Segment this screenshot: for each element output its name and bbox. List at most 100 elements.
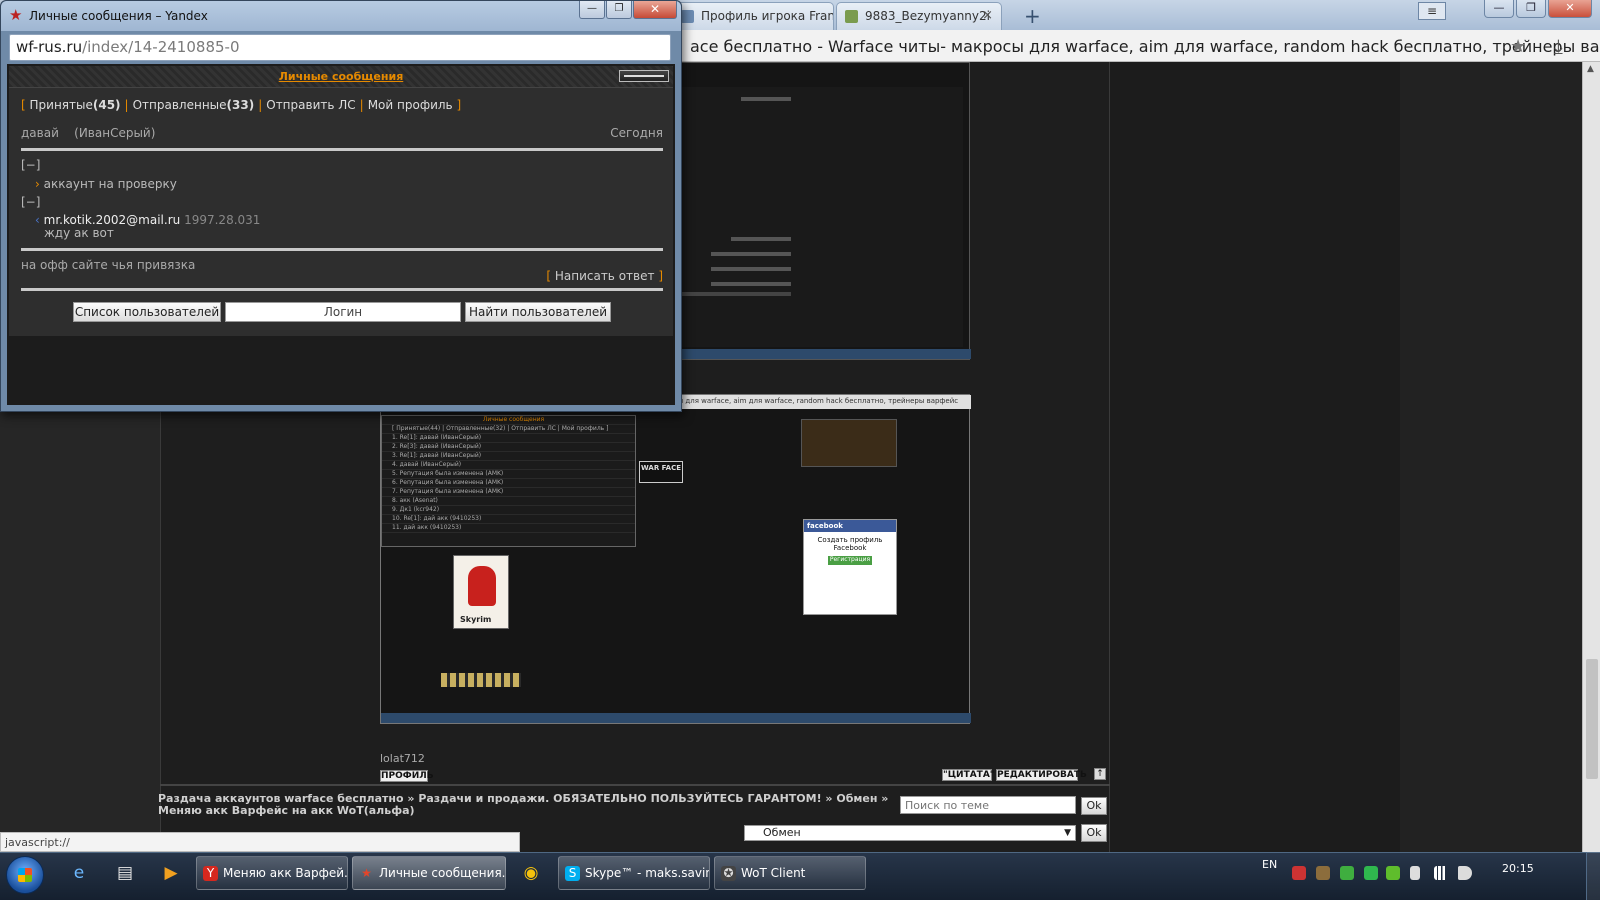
screenshot-row: 7. Репутация была изменена (AMK): [382, 488, 635, 497]
santa-figure: [468, 566, 496, 606]
quote-button[interactable]: "ЦИТАТА": [942, 769, 994, 781]
taskbar-yandex-forum[interactable]: Y Меняю акк Варфей...: [196, 856, 348, 890]
quoted-message-2: ‹ mr.kotik.2002@mail.ru 1997.28.031: [35, 213, 260, 227]
bracket: ]: [456, 98, 462, 112]
start-button[interactable]: [6, 856, 44, 894]
scroll-up-arrow-icon[interactable]: ▲: [1587, 64, 1594, 74]
bracket: ]: [658, 269, 663, 283]
taskbar-skype[interactable]: S Skype™ - maks.savin...: [558, 856, 710, 890]
tab-label: 9883_Bezymyanny2i: [865, 9, 990, 23]
screenshot-row: 10. Re[1]: дай акк (9410253): [382, 515, 635, 524]
task-label: Skype™ - maks.savin...: [585, 866, 709, 880]
category-ok-button[interactable]: Ok: [1081, 824, 1107, 842]
screenshot-row: 2. Re[3]: давай (ИванСерый): [382, 443, 635, 452]
pm-header: Личные сообщения: [9, 66, 673, 88]
volume-icon[interactable]: [1458, 866, 1472, 880]
screenshot-taskbar: [681, 349, 971, 359]
close-icon[interactable]: ×: [982, 8, 993, 23]
browser-status-bar: javascript://: [0, 832, 520, 852]
tray-app-icon[interactable]: [1340, 866, 1354, 880]
collapse-toggle[interactable]: [−]: [21, 195, 40, 209]
screenshot-line: [741, 97, 791, 101]
tab-image[interactable]: 9883_Bezymyanny2i ×: [836, 2, 1002, 30]
scrollbar-thumb[interactable]: [1586, 659, 1598, 779]
nav-inbox-count: (45): [92, 98, 121, 112]
bookmark-star-icon[interactable]: ★: [1510, 36, 1526, 57]
tray-app-icon[interactable]: [1386, 866, 1400, 880]
user-avatar-santa: Skyrim: [453, 555, 509, 629]
explorer-folder-icon[interactable]: ▤: [112, 860, 138, 886]
taskbar-private-messages[interactable]: ★ Личные сообщения...: [352, 856, 506, 890]
maximize-button[interactable]: ❐: [1516, 0, 1546, 18]
quoted-message-1: › аккаунт на проверку: [35, 177, 177, 191]
screenshot-row: 9. Дк1 (kcr942): [382, 506, 635, 515]
pm-header-title[interactable]: Личные сообщения: [9, 70, 673, 83]
divider: [21, 288, 663, 291]
screenshot-messages-list: Личные сообщения [ Принятые(44) | Отправ…: [381, 415, 636, 547]
profile-button[interactable]: ПРОФИЛЬ: [380, 770, 434, 782]
screenshot-line: [731, 237, 791, 241]
clock[interactable]: 20:15: [1502, 862, 1534, 875]
separator: |: [124, 98, 129, 112]
tray-app-icon[interactable]: [1364, 866, 1378, 880]
warface-logo: WAR FACE: [639, 461, 683, 483]
popup-url-field[interactable]: wf-rus.ru/index/14-2410885-0: [9, 34, 671, 61]
collapse-control-icon[interactable]: [619, 70, 669, 82]
search-ok-button[interactable]: Ok: [1081, 797, 1107, 815]
incoming-arrow-icon: ›: [35, 177, 40, 191]
popup-close-button[interactable]: ✕: [633, 1, 677, 19]
action-center-flag-icon[interactable]: [1410, 866, 1420, 880]
login-input[interactable]: Логин: [225, 302, 461, 322]
page-scrollbar[interactable]: ▲ ▼: [1582, 62, 1600, 868]
chrome-icon[interactable]: ◉: [518, 860, 544, 886]
nav-my-profile-link[interactable]: Мой профиль: [368, 98, 453, 112]
right-edge: [1400, 62, 1582, 868]
popup-titlebar[interactable]: ★ Личные сообщения – Yandex — ❐ ✕: [1, 1, 681, 31]
tab-player-profile[interactable]: Профиль игрока Fran: [672, 2, 834, 30]
language-indicator[interactable]: EN: [1262, 858, 1277, 871]
taskbar-wot-client[interactable]: ✪ WoT Client: [714, 856, 866, 890]
chevron-down-icon: ▼: [1064, 828, 1071, 838]
nav-sent-link[interactable]: Отправленные(33): [133, 98, 255, 112]
popup-minimize-button[interactable]: —: [579, 1, 605, 19]
right-margin: [1110, 62, 1400, 868]
find-users-button[interactable]: Найти пользователей: [465, 302, 611, 322]
facebook-register-button: Регистрация: [828, 556, 872, 565]
nav-sent-label: Отправленные: [132, 98, 227, 112]
window-controls: — ❐ ✕: [1484, 0, 1592, 18]
message-date: Сегодня: [610, 126, 663, 140]
popup-window-title: Личные сообщения – Yandex: [29, 9, 208, 23]
internet-explorer-icon[interactable]: e: [66, 860, 92, 886]
screenshot-row: 3. Re[1]: давай (ИванСерый): [382, 452, 635, 461]
reply-label: Написать ответ: [554, 269, 655, 283]
embedded-screenshot-2[interactable]: ы- макросы для warface, aim для warface,…: [380, 394, 971, 724]
tray-app-icon[interactable]: [1316, 866, 1330, 880]
nav-inbox-link[interactable]: Принятые(45): [30, 98, 121, 112]
popup-maximize-button[interactable]: ❐: [606, 1, 632, 19]
collapse-toggle[interactable]: [−]: [21, 158, 40, 172]
scroll-up-button[interactable]: ↑: [1094, 768, 1106, 780]
popup-page: Личные сообщения [ Принятые(45) | Отправле…: [7, 64, 675, 407]
tray-app-icon[interactable]: [1292, 866, 1306, 880]
menu-icon[interactable]: ≡: [1418, 2, 1446, 20]
screenshot-line: [681, 292, 791, 296]
screenshot-row: 6. Репутация была изменена (AMK): [382, 479, 635, 488]
close-button[interactable]: ✕: [1548, 0, 1592, 18]
show-desktop-button[interactable]: [1586, 852, 1600, 900]
nav-send-pm-link[interactable]: Отправить ЛС: [266, 98, 355, 112]
embedded-screenshot-1[interactable]: [680, 62, 971, 360]
new-tab-button[interactable]: +: [1024, 4, 1041, 28]
reply-link[interactable]: [ Написать ответ ]: [546, 269, 663, 283]
message-subject: давай: [21, 126, 59, 140]
network-signal-icon[interactable]: [1434, 866, 1448, 880]
edit-button[interactable]: РЕДАКТИРОВАТЬ: [996, 769, 1087, 781]
media-player-icon[interactable]: ▶: [158, 860, 184, 886]
users-list-button[interactable]: Список пользователей: [73, 302, 221, 322]
minimize-button[interactable]: —: [1484, 0, 1514, 18]
message-sender[interactable]: (ИванСерый): [74, 126, 155, 140]
topic-search-input[interactable]: [900, 796, 1076, 814]
download-icon[interactable]: ⤓: [1554, 34, 1563, 58]
nav-inbox-label: Принятые: [29, 98, 93, 112]
category-select[interactable]: Обмен ▼: [744, 825, 1076, 841]
breadcrumb[interactable]: Раздача аккаунтов warface бесплатно » Ра…: [158, 793, 898, 817]
